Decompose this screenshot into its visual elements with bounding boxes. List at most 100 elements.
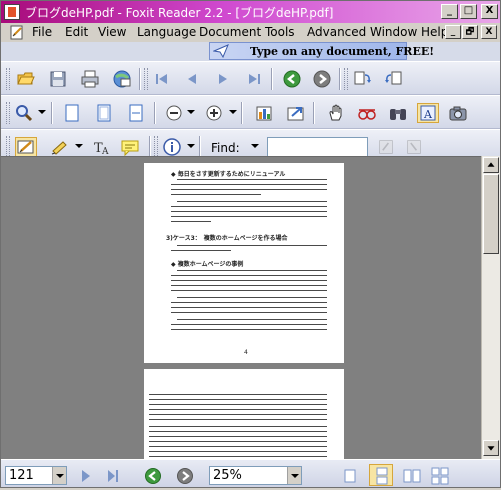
toolbar-grip[interactable]: [154, 136, 158, 158]
export-icon[interactable]: [285, 103, 307, 123]
zoom-out-icon[interactable]: [163, 103, 185, 123]
zoom-in-icon[interactable]: [203, 103, 225, 123]
rotate-clockwise-icon[interactable]: [351, 69, 373, 89]
ad-banner[interactable]: Type on any document, FREE!: [209, 42, 434, 60]
menu-view[interactable]: View: [98, 25, 126, 39]
text-line: [149, 419, 327, 420]
fit-page-icon[interactable]: [93, 103, 115, 123]
note-comment-icon[interactable]: [119, 137, 141, 157]
toolbar-grip[interactable]: [6, 68, 10, 90]
continuous-view-button[interactable]: [369, 464, 393, 486]
info-dropdown-arrow[interactable]: [187, 144, 195, 148]
close-button[interactable]: X: [481, 4, 498, 19]
zoom-value: 25%: [213, 468, 242, 483]
zoom-dropdown-button[interactable]: [287, 467, 301, 484]
vertical-scrollbar[interactable]: [481, 156, 500, 459]
toolbar-file-navigation: [1, 61, 500, 95]
typewriter-pen-icon[interactable]: [15, 137, 37, 157]
highlighter-icon[interactable]: [49, 137, 71, 157]
menu-tools[interactable]: Tools: [265, 25, 295, 39]
text-line: [171, 184, 327, 185]
status-last-page-icon[interactable]: [104, 467, 122, 485]
zoom-dropdown-arrow[interactable]: [38, 110, 46, 114]
toolbar-grip[interactable]: [344, 68, 348, 90]
info-icon[interactable]: [161, 137, 183, 157]
binoculars-search-icon[interactable]: [387, 103, 409, 123]
find-input[interactable]: [267, 137, 368, 158]
toolbar-grip[interactable]: [6, 136, 10, 158]
highlighter-dropdown-arrow[interactable]: [75, 144, 83, 148]
single-page-view-icon[interactable]: [341, 467, 359, 485]
maximize-button[interactable]: □: [460, 4, 477, 19]
status-forward-icon[interactable]: [176, 467, 194, 485]
document-view[interactable]: ◆ 毎日をさす更新するためにリニューアル 3)ケース3： 複数のホームページを作…: [1, 156, 481, 459]
title-bar[interactable]: ブログdeHP.pdf - Foxit Reader 2.2 - [ブログdeH…: [1, 1, 500, 23]
toolbar-grip[interactable]: [144, 68, 148, 90]
menu-edit[interactable]: Edit: [65, 25, 88, 39]
page-number-dropdown-button[interactable]: [52, 467, 66, 484]
actual-size-icon[interactable]: [61, 103, 83, 123]
toolbar-separator: [139, 68, 141, 90]
go-forward-icon[interactable]: [311, 69, 333, 89]
menu-language[interactable]: Language: [137, 25, 196, 39]
text-tool-icon[interactable]: TA: [91, 137, 113, 157]
find-next-icon[interactable]: [403, 137, 425, 157]
zoom-magnifier-icon[interactable]: [13, 103, 35, 123]
bookmark-panel-icon[interactable]: [253, 103, 275, 123]
scroll-down-button[interactable]: [483, 440, 499, 456]
find-options-dropdown-arrow[interactable]: [251, 144, 259, 148]
toolbar-separator: [271, 68, 273, 90]
menu-advanced[interactable]: Advanced: [307, 25, 366, 39]
toolbar-grip[interactable]: [6, 102, 10, 124]
zoom-out-dropdown-arrow[interactable]: [187, 110, 195, 114]
hand-tool-icon[interactable]: [325, 103, 347, 123]
open-folder-icon[interactable]: [15, 69, 37, 89]
minimize-button[interactable]: _: [441, 4, 458, 19]
text-line: [171, 302, 327, 303]
menu-window[interactable]: Window: [370, 25, 417, 39]
last-page-icon[interactable]: [243, 69, 265, 89]
scroll-thumb[interactable]: [483, 174, 499, 254]
save-icon[interactable]: [47, 69, 69, 89]
print-icon[interactable]: [79, 69, 101, 89]
toolbar-separator: [149, 136, 151, 158]
menu-document[interactable]: Document: [199, 25, 261, 39]
fit-width-icon[interactable]: [125, 103, 147, 123]
mdi-close-button[interactable]: X: [481, 25, 497, 39]
continuous-facing-view-icon[interactable]: [431, 467, 449, 485]
status-next-page-icon[interactable]: [77, 467, 95, 485]
text-line: [177, 245, 327, 246]
window-title: ブログdeHP.pdf - Foxit Reader 2.2 - [ブログdeH…: [25, 6, 334, 20]
foxit-app-icon[interactable]: [4, 4, 20, 20]
text-line: [171, 280, 327, 281]
rotate-counterclockwise-icon[interactable]: [383, 69, 405, 89]
text-viewer-icon[interactable]: A: [417, 103, 439, 123]
toolbar-view-tools: A: [1, 95, 500, 129]
menu-bar: File Edit View Language Document Tools A…: [1, 23, 500, 42]
go-back-icon[interactable]: [281, 69, 303, 89]
document-icon[interactable]: [9, 24, 25, 40]
snapshot-camera-icon[interactable]: [447, 103, 469, 123]
zoom-combo[interactable]: 25%: [209, 466, 302, 485]
svg-text:A: A: [423, 108, 433, 121]
pdf-page: [144, 369, 344, 459]
text-line: [171, 221, 211, 222]
mdi-restore-button[interactable]: 🗗: [462, 25, 478, 39]
text-line: [171, 307, 327, 308]
email-icon[interactable]: [111, 69, 133, 89]
select-text-icon[interactable]: [356, 103, 378, 123]
find-previous-icon[interactable]: [375, 137, 397, 157]
pdf-page: ◆ 毎日をさす更新するためにリニューアル 3)ケース3： 複数のホームページを作…: [144, 163, 344, 363]
previous-page-icon[interactable]: [181, 69, 203, 89]
text-line: [171, 189, 327, 190]
first-page-icon[interactable]: [151, 69, 173, 89]
facing-view-icon[interactable]: [403, 467, 421, 485]
zoom-in-dropdown-arrow[interactable]: [229, 110, 237, 114]
status-back-icon[interactable]: [144, 467, 162, 485]
scroll-up-button[interactable]: [483, 157, 499, 173]
text-line: [171, 285, 327, 286]
mdi-minimize-button[interactable]: _: [445, 25, 461, 39]
next-page-icon[interactable]: [212, 69, 234, 89]
page-number-combo[interactable]: 121: [5, 466, 67, 485]
menu-file[interactable]: File: [32, 25, 52, 39]
